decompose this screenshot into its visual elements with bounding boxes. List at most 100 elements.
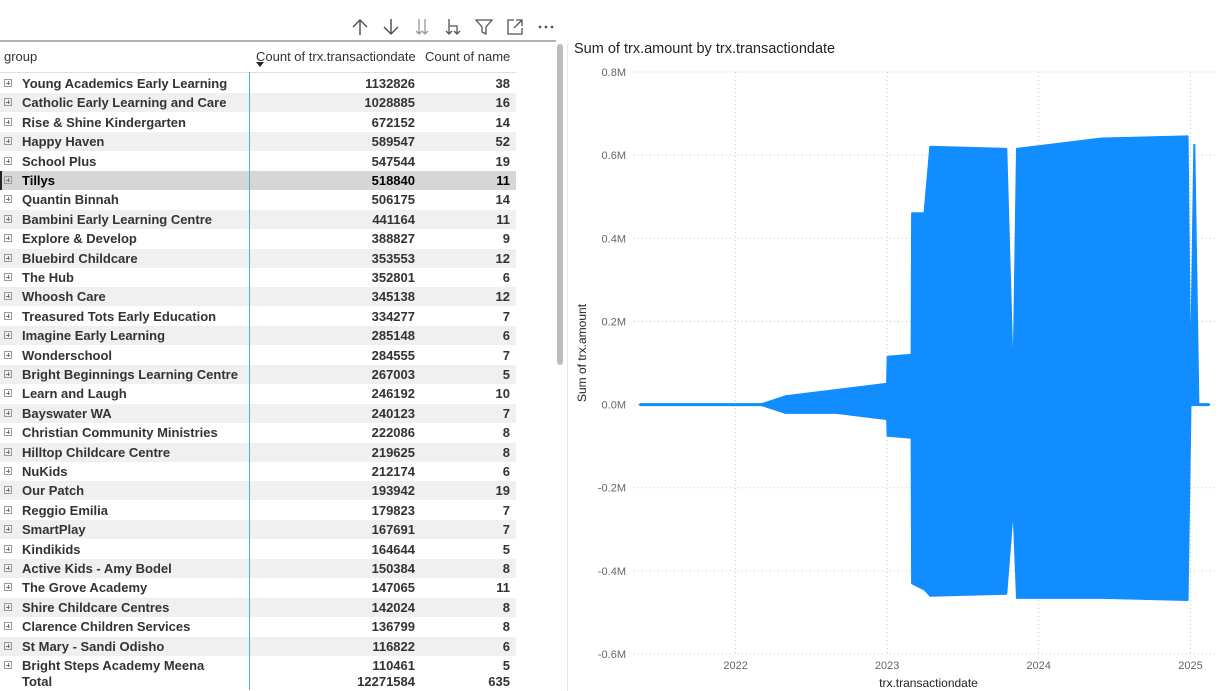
- filter-button[interactable]: [468, 14, 499, 40]
- expand-row-icon[interactable]: [4, 79, 12, 87]
- table-row[interactable]: Treasured Tots Early Education 334277 7: [0, 307, 516, 326]
- table-row[interactable]: The Grove Academy 147065 11: [0, 578, 516, 597]
- expand-row-icon[interactable]: [4, 292, 12, 301]
- expand-row-icon[interactable]: [4, 311, 12, 320]
- table-row[interactable]: Imagine Early Learning 285148 6: [0, 326, 516, 346]
- expand-row-icon[interactable]: [4, 137, 12, 146]
- row-count-name-cell: 12: [495, 250, 510, 266]
- more-options-icon: [538, 25, 553, 29]
- expand-row-icon[interactable]: [4, 350, 12, 359]
- table-row[interactable]: Explore & Develop 388827 9: [0, 229, 516, 248]
- header-count-name[interactable]: Count of name: [425, 49, 510, 64]
- more-options-button[interactable]: [530, 14, 561, 40]
- expand-row-icon[interactable]: [4, 176, 12, 184]
- expand-row-icon[interactable]: [4, 583, 12, 592]
- row-count-name-cell: 8: [502, 444, 510, 460]
- row-count-transactiondate-cell: 334277: [371, 308, 415, 324]
- table-row[interactable]: School Plus 547544 19: [0, 152, 516, 171]
- table-row[interactable]: Hilltop Childcare Centre 219625 8: [0, 442, 516, 462]
- header-count-transactiondate[interactable]: Count of trx.transactiondate: [256, 49, 416, 64]
- expand-row-icon[interactable]: [4, 641, 12, 650]
- column-divider: [249, 72, 250, 690]
- row-group-cell: SmartPlay: [22, 522, 86, 538]
- row-count-transactiondate-cell: 441164: [372, 211, 415, 227]
- row-count-name-cell: 19: [495, 153, 510, 169]
- expand-row-icon[interactable]: [4, 602, 12, 611]
- row-group-cell: Our Patch: [22, 483, 85, 499]
- focus-mode-button[interactable]: [499, 14, 530, 40]
- expand-row-icon[interactable]: [4, 370, 12, 378]
- row-group-cell: Kindikids: [22, 541, 81, 557]
- table-row[interactable]: St Mary - Sandi Odisho 116822 6: [0, 636, 516, 656]
- table-row[interactable]: Bluebird Childcare 353553 12: [0, 248, 516, 268]
- table-row[interactable]: Christian Community Ministries 222086 8: [0, 423, 516, 442]
- table-row[interactable]: Bambini Early Learning Centre 441164 11: [0, 209, 516, 229]
- row-selection-marker: [0, 171, 2, 190]
- expand-row-icon[interactable]: [4, 156, 12, 165]
- table-row[interactable]: Tillys 518840 11: [0, 171, 516, 190]
- drill-up-icon: [351, 18, 368, 35]
- table-row[interactable]: Quantin Binnah 506175 14: [0, 190, 516, 209]
- expand-row-icon[interactable]: [4, 564, 12, 572]
- drill-down-button[interactable]: [375, 14, 406, 40]
- expand-row-icon[interactable]: [4, 486, 12, 495]
- row-count-name-cell: 5: [502, 658, 510, 673]
- row-group-cell: Treasured Tots Early Education: [22, 308, 217, 324]
- table-row[interactable]: Learn and Laugh 246192 10: [0, 384, 516, 403]
- row-count-name-cell: 52: [495, 134, 510, 150]
- table-row[interactable]: Clarence Children Services 136799 8: [0, 617, 516, 636]
- row-count-name-cell: 7: [502, 347, 510, 363]
- table-row[interactable]: Happy Haven 589547 52: [0, 132, 516, 152]
- header-group[interactable]: group: [4, 49, 37, 64]
- row-group-cell: Christian Community Ministries: [22, 425, 218, 441]
- table-row[interactable]: Kindikids 164644 5: [0, 540, 516, 559]
- expand-row-icon[interactable]: [4, 525, 12, 534]
- row-count-transactiondate-cell: 672152: [371, 114, 415, 130]
- expand-row-icon[interactable]: [4, 331, 12, 340]
- expand-row-icon[interactable]: [4, 544, 12, 553]
- expand-next-level-button[interactable]: [406, 14, 437, 40]
- table-row[interactable]: SmartPlay 167691 7: [0, 520, 516, 540]
- table-row[interactable]: Bright Beginnings Learning Centre 267003 5: [0, 365, 516, 384]
- expand-row-icon[interactable]: [4, 428, 12, 437]
- table-row[interactable]: Active Kids - Amy Bodel 150384 8: [0, 559, 516, 578]
- table-row[interactable]: Wonderschool 284555 7: [0, 346, 516, 365]
- row-group-cell: Young Academics Early Learning: [22, 76, 228, 91]
- row-count-transactiondate-cell: 179823: [371, 502, 415, 518]
- area-chart[interactable]: 0.8M 0.6M 0.4M 0.2M 0.0M -0.2M -0.4M -0.6M 2022 2…: [568, 60, 1228, 691]
- table-row[interactable]: Catholic Early Learning and Care 1028885 1…: [0, 93, 516, 113]
- table-row[interactable]: Rise & Shine Kindergarten 672152 14: [0, 113, 516, 132]
- table-scrollbar[interactable]: [557, 44, 563, 365]
- row-group-cell: Imagine Early Learning: [22, 328, 166, 344]
- expand-row-icon[interactable]: [4, 408, 12, 417]
- expand-row-icon[interactable]: [4, 253, 12, 262]
- expand-row-icon[interactable]: [4, 661, 12, 669]
- focus-mode-icon: [506, 19, 523, 35]
- drill-up-button[interactable]: [344, 14, 375, 40]
- table-row[interactable]: Whoosh Care 345138 12: [0, 287, 516, 307]
- table-row[interactable]: NuKids 212174 6: [0, 462, 516, 481]
- table-row[interactable]: Reggio Emilia 179823 7: [0, 501, 516, 520]
- expand-row-icon[interactable]: [4, 117, 12, 126]
- expand-row-icon[interactable]: [4, 389, 12, 398]
- expand-row-icon[interactable]: [4, 447, 12, 456]
- expand-row-icon[interactable]: [4, 273, 12, 281]
- table-row[interactable]: Shire Childcare Centres 142024 8: [0, 597, 516, 617]
- expand-row-icon[interactable]: [4, 505, 12, 514]
- sort-descending-icon: [256, 62, 264, 67]
- expand-row-icon[interactable]: [4, 195, 12, 204]
- expand-row-icon[interactable]: [4, 98, 12, 107]
- row-group-cell: Whoosh Care: [22, 289, 106, 305]
- expand-row-icon[interactable]: [4, 622, 12, 631]
- table-row[interactable]: Young Academics Early Learning 1132826 38: [0, 74, 516, 93]
- table-row[interactable]: Our Patch 193942 19: [0, 481, 516, 501]
- expand-row-icon[interactable]: [4, 467, 12, 475]
- expand-row-icon[interactable]: [4, 234, 12, 243]
- x-tick-label: 2022: [723, 660, 747, 672]
- expand-row-icon[interactable]: [4, 214, 12, 223]
- table-row[interactable]: Bayswater WA 240123 7: [0, 403, 516, 423]
- expand-all-down-button[interactable]: [437, 14, 468, 40]
- row-count-name-cell: 8: [502, 561, 510, 576]
- table-row[interactable]: The Hub 352801 6: [0, 268, 516, 287]
- y-tick-label: -0.6M: [598, 649, 626, 661]
